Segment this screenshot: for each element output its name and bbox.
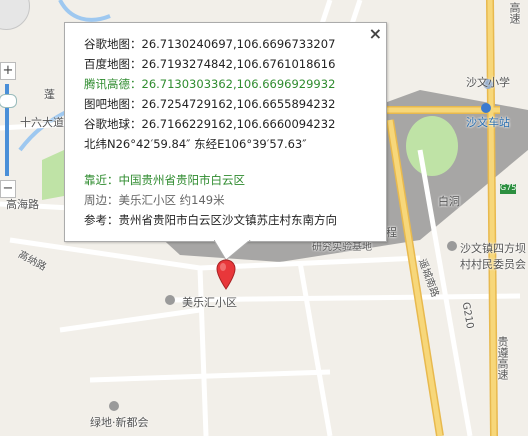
- zoom-control: + −: [0, 0, 30, 200]
- community-icon: [109, 401, 119, 411]
- around-value: 美乐汇小区 约149米: [118, 193, 225, 207]
- near-label: 靠近：: [84, 173, 119, 187]
- zoom-slider-thumb[interactable]: [0, 94, 17, 108]
- near-row: 靠近：中国贵州省贵阳市白云区: [84, 170, 337, 190]
- zoom-in-button[interactable]: +: [0, 62, 16, 80]
- community-icon: [165, 295, 175, 305]
- label-meile-community: 美乐汇小区: [182, 296, 237, 309]
- label-highway-top: 高速: [508, 2, 521, 24]
- village-icon: [447, 241, 457, 251]
- google-earth-coords: 谷歌地球：26.7166229162,106.6660094232: [84, 117, 336, 131]
- location-marker-icon[interactable]: [216, 259, 236, 291]
- label-shawen-village: 沙文镇四方坝: [460, 242, 526, 255]
- label-baidong: 白洞: [438, 195, 460, 208]
- label-village-committee: 村村民委员会: [460, 258, 526, 271]
- zoom-slider-track[interactable]: [0, 84, 17, 176]
- baidu-map-coords: 百度地图：26.7193274842,106.6761018616: [84, 57, 336, 71]
- label-guizun-highway: 贵遵高速: [496, 336, 509, 380]
- bus-station-icon: [481, 103, 491, 113]
- label-peng: 蓬: [44, 88, 55, 101]
- label-ludi: 绿地·新都会: [90, 416, 149, 429]
- green-area: [406, 116, 458, 176]
- info-popup: × 谷歌地图：26.7130240697,106.6696733207 百度地图…: [64, 22, 387, 242]
- zoom-out-button[interactable]: −: [0, 180, 16, 198]
- tuba-map-coords: 图吧地图：26.7254729162,106.6655894232: [84, 97, 336, 111]
- tencent-gaode-coords: 腾讯高德：26.7130303362,106.6696929932: [84, 77, 336, 91]
- around-row: 周边：美乐汇小区 约149米: [84, 190, 337, 210]
- reference-row: 参考：贵州省贵阳市白云区沙文镇苏庄村东南方向: [84, 210, 337, 230]
- label-g75: G75: [500, 183, 517, 192]
- google-map-coords: 谷歌地图：26.7130240697,106.6696733207: [84, 37, 336, 51]
- near-value: 中国贵州省贵阳市白云区: [118, 173, 246, 187]
- label-shawen-primary: 沙文小学: [466, 76, 510, 89]
- reference-value: 贵州省贵阳市白云区沙文镇苏庄村东南方向: [118, 213, 338, 227]
- dms-coords: 北纬N26°42′59.84″ 东经E106°39′57.63″: [84, 137, 307, 151]
- around-label: 周边：: [84, 193, 119, 207]
- close-icon[interactable]: ×: [369, 25, 382, 43]
- reference-label: 参考：: [84, 213, 119, 227]
- label-liuda-road: 十六大道: [20, 116, 64, 129]
- label-shawen-station: 沙文车站: [466, 116, 510, 129]
- label-cheng: 程: [386, 226, 397, 239]
